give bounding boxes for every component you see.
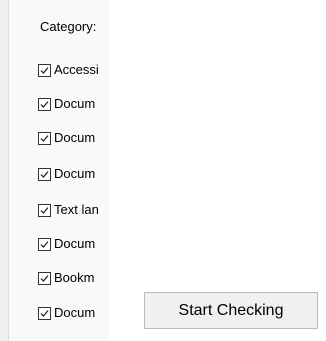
checkmark-icon bbox=[40, 274, 49, 282]
category-checkbox-item[interactable]: Accessi bbox=[38, 60, 99, 80]
checkmark-icon bbox=[40, 100, 49, 108]
category-checkbox-item[interactable]: Bookm bbox=[38, 268, 94, 288]
checkbox-label: Accessi bbox=[54, 62, 99, 77]
checkbox[interactable] bbox=[38, 271, 51, 285]
start-checking-button[interactable]: Start Checking bbox=[144, 292, 318, 329]
checkbox-label: Docum bbox=[54, 166, 96, 181]
checkmark-icon bbox=[40, 170, 49, 178]
checkbox-label: Docum bbox=[54, 236, 96, 251]
checkmark-icon bbox=[40, 240, 49, 248]
category-label: Category: bbox=[40, 19, 97, 34]
checkbox[interactable] bbox=[38, 131, 51, 145]
checkbox[interactable] bbox=[38, 306, 51, 320]
checkmark-icon bbox=[40, 206, 49, 214]
checkbox[interactable] bbox=[38, 167, 51, 181]
checkbox-label: Docum bbox=[54, 96, 96, 111]
category-checkbox-item[interactable]: Docum bbox=[38, 164, 95, 184]
dialog-left-edge bbox=[0, 0, 9, 341]
checkmark-icon bbox=[40, 134, 49, 142]
checkbox-label: Bookm bbox=[54, 270, 95, 285]
checkbox[interactable] bbox=[38, 97, 51, 111]
category-checkbox-item[interactable]: Text lan bbox=[38, 200, 99, 220]
category-panel: Category: Accessi Docum Docum Docum Text lan… bbox=[9, 0, 109, 341]
category-checkbox-item[interactable]: Docum bbox=[38, 128, 95, 148]
checkbox[interactable] bbox=[38, 237, 51, 251]
checkmark-icon bbox=[40, 66, 49, 74]
category-checkbox-item[interactable]: Docum bbox=[38, 303, 95, 323]
checkbox[interactable] bbox=[38, 63, 51, 77]
checkbox-label: Docum bbox=[54, 305, 96, 320]
category-checkbox-item[interactable]: Docum bbox=[38, 94, 95, 114]
checkbox-label: Text lan bbox=[54, 202, 99, 217]
checkbox-label: Docum bbox=[54, 130, 96, 145]
checkbox[interactable] bbox=[38, 203, 51, 217]
category-checkbox-item[interactable]: Docum bbox=[38, 234, 95, 254]
checkmark-icon bbox=[40, 309, 49, 317]
